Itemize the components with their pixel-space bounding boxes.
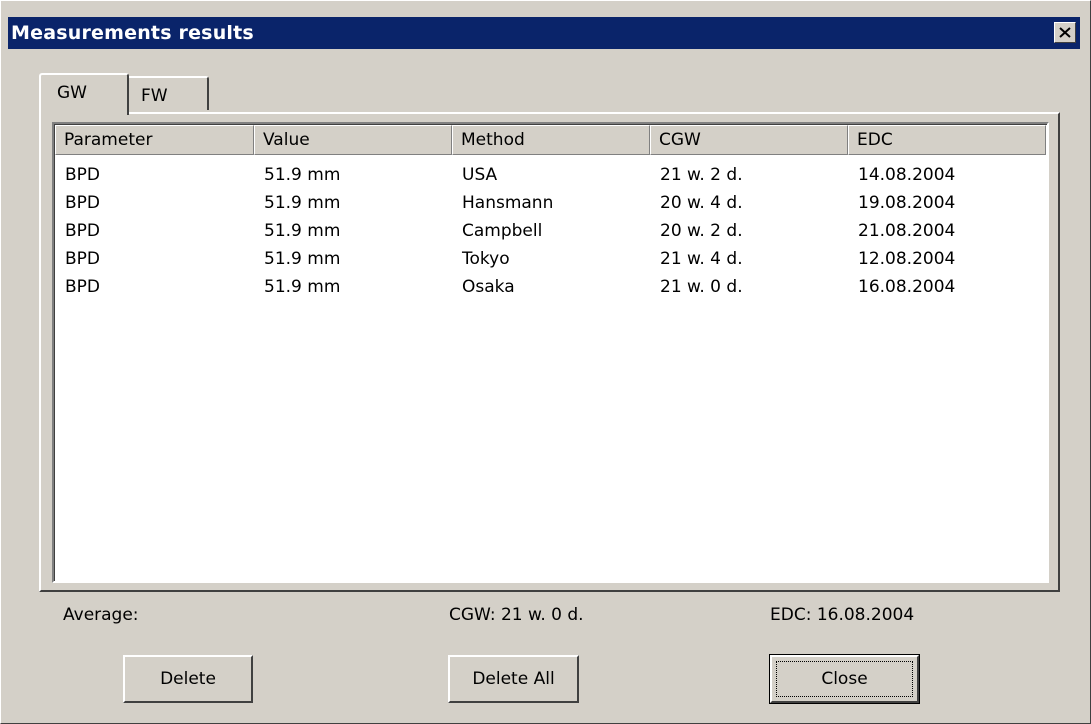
- cell-cgw: 21 w. 2 d.: [660, 165, 743, 185]
- column-header-parameter[interactable]: Parameter: [55, 125, 254, 155]
- delete-all-button[interactable]: Delete All: [448, 655, 579, 703]
- cell-method: USA: [462, 165, 498, 185]
- delete-button-label: Delete: [160, 669, 216, 689]
- cell-edc: 12.08.2004: [858, 249, 956, 269]
- cell-edc: 21.08.2004: [858, 221, 956, 241]
- list-rows: BPD 51.9 mm USA 21 w. 2 d. 14.08.2004 BP…: [55, 161, 1046, 301]
- window-title: Measurements results: [11, 22, 254, 44]
- cell-parameter: BPD: [65, 221, 101, 241]
- delete-all-button-label: Delete All: [472, 669, 555, 689]
- tab-fw[interactable]: FW: [129, 76, 209, 110]
- cell-method: Campbell: [462, 221, 543, 241]
- cell-edc: 19.08.2004: [858, 193, 956, 213]
- results-list[interactable]: Parameter Value Method CGW EDC BPD 51.9 …: [52, 122, 1049, 583]
- cell-parameter: BPD: [65, 165, 101, 185]
- tab-gw[interactable]: GW: [39, 73, 129, 115]
- cell-parameter: BPD: [65, 277, 101, 297]
- average-label: Average:: [63, 605, 139, 625]
- title-bar[interactable]: Measurements results: [8, 17, 1080, 49]
- cell-cgw: 21 w. 0 d.: [660, 277, 743, 297]
- cell-parameter: BPD: [65, 193, 101, 213]
- list-header: Parameter Value Method CGW EDC: [55, 125, 1046, 155]
- cell-method: Tokyo: [462, 249, 510, 269]
- table-row[interactable]: BPD 51.9 mm Tokyo 21 w. 4 d. 12.08.2004: [55, 245, 1046, 273]
- close-button[interactable]: Close: [769, 654, 920, 704]
- cell-value: 51.9 mm: [264, 221, 341, 241]
- table-row[interactable]: BPD 51.9 mm Campbell 20 w. 2 d. 21.08.20…: [55, 217, 1046, 245]
- focus-rectangle: [776, 661, 913, 697]
- cell-parameter: BPD: [65, 249, 101, 269]
- delete-button[interactable]: Delete: [123, 655, 253, 703]
- table-row[interactable]: BPD 51.9 mm Hansmann 20 w. 4 d. 19.08.20…: [55, 189, 1046, 217]
- cell-method: Hansmann: [462, 193, 554, 213]
- cell-value: 51.9 mm: [264, 277, 341, 297]
- cell-cgw: 20 w. 2 d.: [660, 221, 743, 241]
- cell-value: 51.9 mm: [264, 249, 341, 269]
- cell-edc: 16.08.2004: [858, 277, 956, 297]
- column-header-cgw[interactable]: CGW: [650, 125, 848, 155]
- cell-method: Osaka: [462, 277, 515, 297]
- column-header-edc[interactable]: EDC: [848, 125, 1046, 155]
- column-header-method[interactable]: Method: [452, 125, 650, 155]
- tab-gw-label: GW: [57, 83, 87, 103]
- table-row[interactable]: BPD 51.9 mm Osaka 21 w. 0 d. 16.08.2004: [55, 273, 1046, 301]
- cell-cgw: 20 w. 4 d.: [660, 193, 743, 213]
- average-cgw: CGW: 21 w. 0 d.: [449, 605, 584, 625]
- measurements-dialog: Measurements results GW FW Parameter Val…: [0, 0, 1091, 724]
- table-row[interactable]: BPD 51.9 mm USA 21 w. 2 d. 14.08.2004: [55, 161, 1046, 189]
- average-edc: EDC: 16.08.2004: [770, 605, 915, 625]
- cell-cgw: 21 w. 4 d.: [660, 249, 743, 269]
- close-window-button[interactable]: [1054, 22, 1076, 43]
- cell-edc: 14.08.2004: [858, 165, 956, 185]
- close-icon: [1059, 27, 1071, 38]
- tab-fw-label: FW: [141, 86, 168, 106]
- column-header-value[interactable]: Value: [254, 125, 452, 155]
- cell-value: 51.9 mm: [264, 165, 341, 185]
- cell-value: 51.9 mm: [264, 193, 341, 213]
